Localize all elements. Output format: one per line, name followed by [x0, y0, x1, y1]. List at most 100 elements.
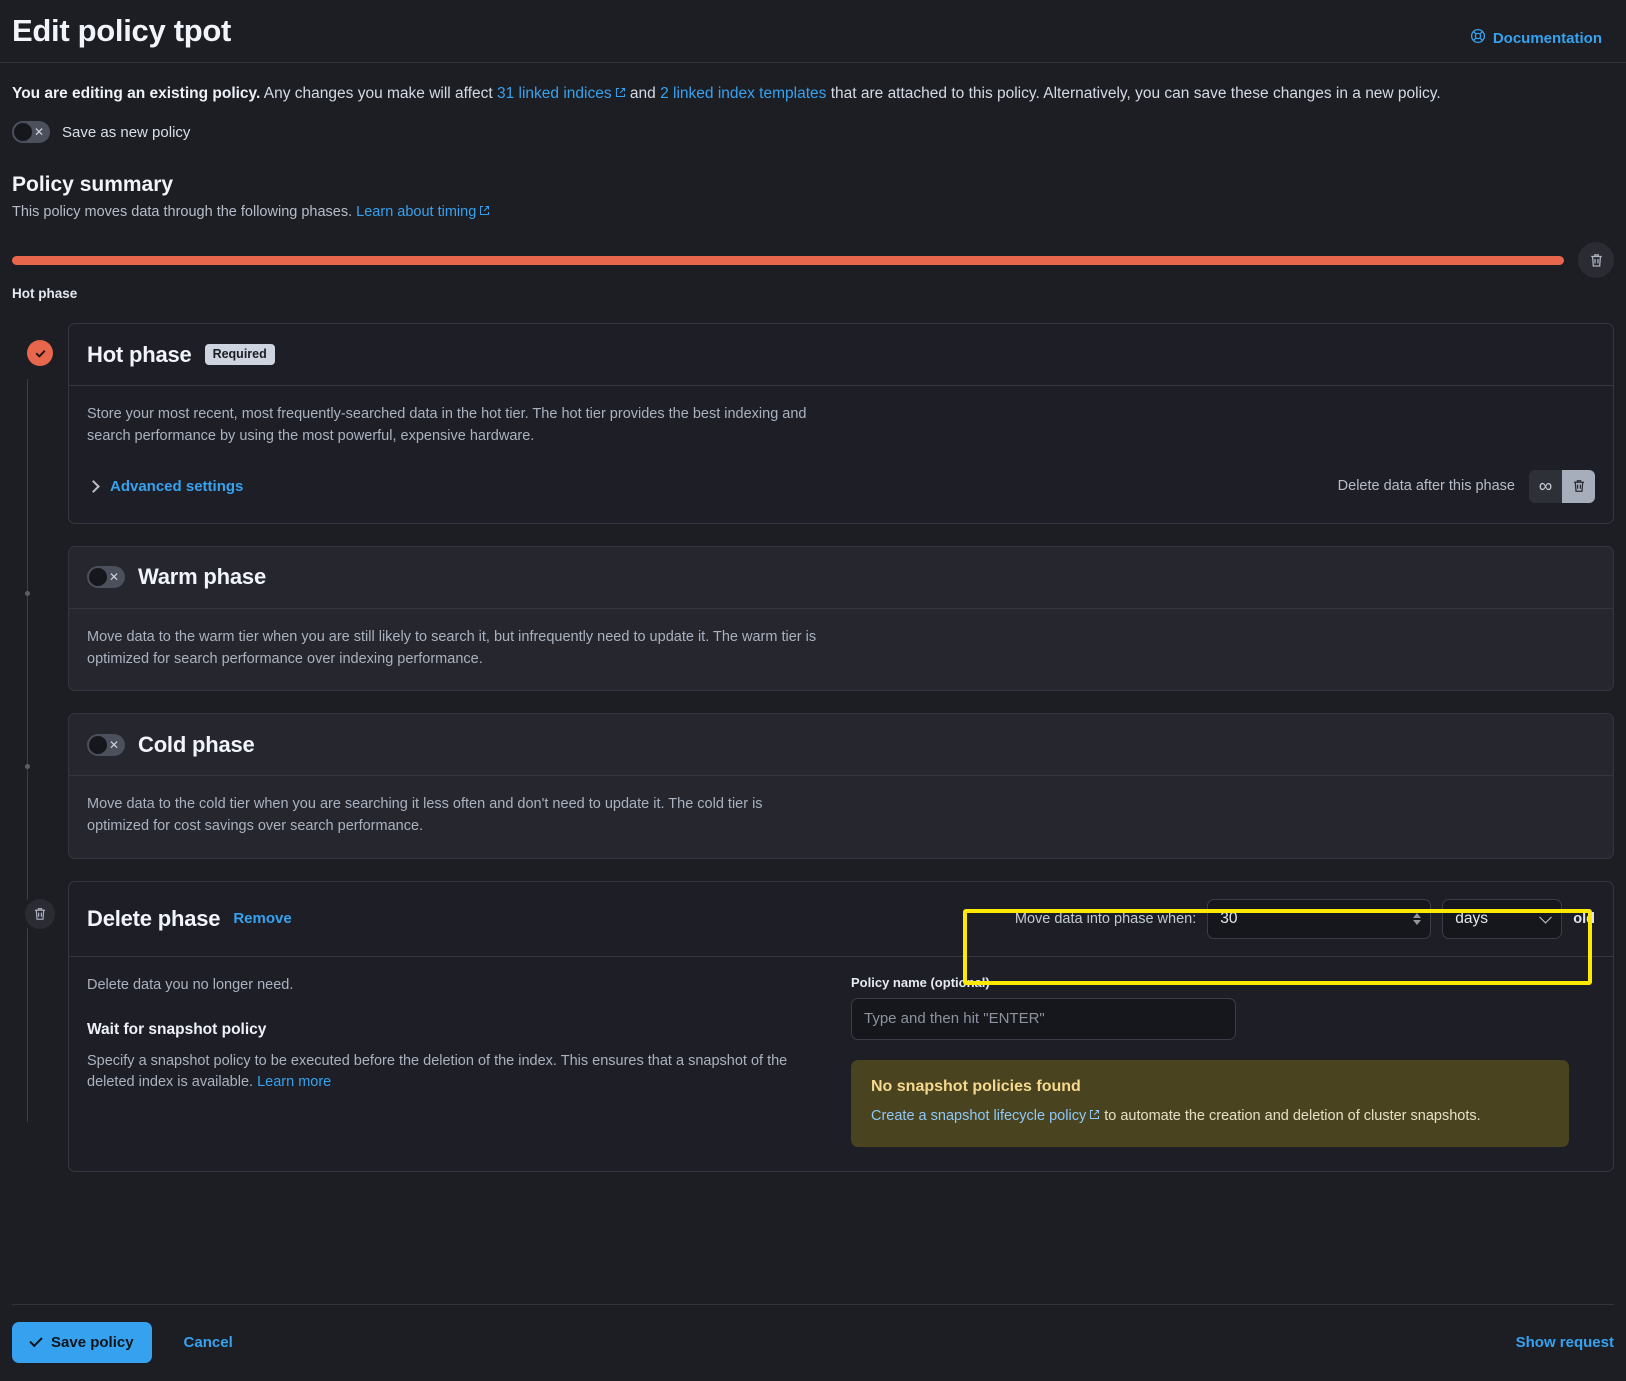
page-title: Edit policy tpot — [12, 12, 231, 51]
save-policy-label: Save policy — [51, 1334, 134, 1351]
delete-phase-trash-marker[interactable] — [25, 899, 55, 929]
phase-delete-marker-col — [12, 881, 68, 929]
learn-more-link[interactable]: Learn more — [257, 1074, 331, 1090]
phase-delete: Delete phase Remove Move data into phase… — [12, 881, 1614, 1194]
no-snapshot-policies-callout: No snapshot policies found Create a snap… — [851, 1060, 1569, 1147]
wait-for-snapshot-description: Specify a snapshot policy to be executed… — [87, 1051, 827, 1095]
policy-summary-description: This policy moves data through the follo… — [12, 204, 1614, 220]
move-into-phase-label: Move data into phase when: — [1015, 911, 1196, 927]
delete-phase-title: Delete phase — [87, 906, 220, 932]
phase-cold: ✕ Cold phase Move data to the cold tier … — [12, 713, 1614, 881]
policy-summary-section: Policy summary This policy moves data th… — [0, 143, 1626, 220]
toggle-off-icon: ✕ — [109, 571, 119, 583]
delete-after-button-group: ∞ — [1529, 470, 1595, 503]
save-as-new-policy-row: ✕ Save as new policy — [0, 105, 1626, 143]
callout-text: to automate the creation and deletion of… — [1100, 1108, 1480, 1124]
remove-delete-phase-link[interactable]: Remove — [233, 910, 291, 927]
external-link-icon — [615, 87, 626, 98]
delete-phase-header: Delete phase Remove Move data into phase… — [69, 882, 1613, 957]
snapshot-desc-text: Specify a snapshot policy to be executed… — [87, 1053, 787, 1091]
warm-phase-toggle[interactable]: ✕ — [87, 566, 125, 588]
footer-divider — [12, 1304, 1614, 1305]
callout-title: No snapshot policies found — [871, 1078, 1549, 1096]
toggle-knob — [14, 123, 32, 141]
warm-phase-header: ✕ Warm phase — [69, 547, 1613, 609]
delete-phase-right-col: Policy name (optional) No snapshot polic… — [851, 975, 1595, 1147]
toggle-off-icon: ✕ — [109, 739, 119, 751]
cold-phase-title: Cold phase — [138, 732, 255, 758]
min-age-value: 30 — [1220, 910, 1237, 928]
save-policy-button[interactable]: Save policy — [12, 1322, 152, 1363]
min-age-input[interactable]: 30 — [1207, 899, 1431, 939]
warm-phase-panel: ✕ Warm phase Move data to the warm tier … — [68, 546, 1614, 692]
show-request-link[interactable]: Show request — [1516, 1334, 1614, 1351]
toggle-off-icon: ✕ — [34, 126, 44, 138]
wait-for-snapshot-heading: Wait for snapshot policy — [87, 1021, 827, 1039]
stepper-up-icon — [1413, 913, 1421, 918]
keep-forever-button[interactable]: ∞ — [1529, 470, 1562, 503]
stepper-down-icon — [1413, 920, 1421, 925]
delete-phase-body: Delete data you no longer need. Wait for… — [69, 957, 1613, 1171]
external-link-icon — [1089, 1109, 1100, 1120]
stepper-icon[interactable] — [1413, 913, 1421, 925]
policy-name-label: Policy name (optional) — [851, 975, 1595, 990]
hot-phase-description: Store your most recent, most frequently-… — [87, 404, 827, 448]
hot-phase-header: Hot phase Required — [69, 324, 1613, 386]
callout-body: Create a snapshot lifecycle policy to au… — [871, 1106, 1549, 1127]
hot-phase-advanced-row: Advanced settings Delete data after this… — [87, 470, 1595, 503]
cancel-button[interactable]: Cancel — [178, 1333, 239, 1352]
hot-phase-title: Hot phase — [87, 342, 192, 368]
cold-phase-header: ✕ Cold phase — [69, 714, 1613, 776]
notice-text-3: that are attached to this policy. Altern… — [826, 85, 1440, 102]
hot-phase-body: Store your most recent, most frequently-… — [69, 386, 1613, 523]
timeline-delete-icon-button[interactable] — [1578, 242, 1614, 278]
help-lifebuoy-icon — [1470, 28, 1486, 48]
policy-name-input[interactable] — [851, 998, 1236, 1040]
timeline-hot-segment — [12, 256, 1564, 265]
cold-phase-body: Move data to the cold tier when you are … — [69, 776, 1613, 858]
notice-bold-prefix: You are editing an existing policy. — [12, 85, 260, 102]
warm-phase-title: Warm phase — [138, 564, 266, 590]
delete-data-after-label: Delete data after this phase — [1338, 478, 1515, 494]
learn-about-timing-link[interactable]: Learn about timing — [356, 204, 476, 220]
chevron-right-icon — [87, 480, 100, 493]
cold-phase-panel: ✕ Cold phase Move data to the cold tier … — [68, 713, 1614, 859]
linked-templates-link[interactable]: 2 linked index templates — [660, 85, 826, 102]
save-as-new-policy-label: Save as new policy — [62, 124, 190, 141]
phases-container: Hot phase Required Store your most recen… — [0, 301, 1626, 1194]
toggle-knob — [89, 736, 107, 754]
summary-desc-text: This policy moves data through the follo… — [12, 204, 356, 220]
hot-advanced-settings-toggle[interactable]: Advanced settings — [87, 478, 243, 495]
documentation-link[interactable]: Documentation — [1470, 28, 1602, 48]
hot-phase-check-marker — [27, 340, 53, 366]
phase-hot-marker-col — [12, 323, 68, 366]
create-snapshot-policy-link[interactable]: Create a snapshot lifecycle policy — [871, 1108, 1086, 1124]
delete-phase-left-col: Delete data you no longer need. Wait for… — [87, 975, 827, 1147]
hot-phase-panel: Hot phase Required Store your most recen… — [68, 323, 1614, 524]
save-as-new-policy-toggle[interactable]: ✕ — [12, 121, 50, 143]
min-age-units-select[interactable]: days — [1442, 899, 1562, 939]
phase-hot: Hot phase Required Store your most recen… — [12, 323, 1614, 546]
hot-phase-required-badge: Required — [205, 344, 275, 365]
chevron-down-icon — [1539, 911, 1552, 924]
hot-delete-after-controls: Delete data after this phase ∞ — [1338, 470, 1595, 503]
notice-text-1: Any changes you make will affect — [260, 85, 497, 102]
footer-bar: Save policy Cancel Show request — [12, 1322, 1614, 1363]
editing-notice: You are editing an existing policy. Any … — [0, 63, 1626, 105]
policy-summary-title: Policy summary — [12, 173, 1614, 197]
move-into-phase-controls: Move data into phase when: 30 days old — [1015, 899, 1595, 939]
timeline-legend-hot: Hot phase — [0, 278, 1626, 301]
phase-warm: ✕ Warm phase Move data to the warm tier … — [12, 546, 1614, 714]
cold-phase-toggle[interactable]: ✕ — [87, 734, 125, 756]
min-age-units-value: days — [1455, 910, 1488, 928]
cold-phase-description: Move data to the cold tier when you are … — [87, 794, 827, 838]
documentation-label: Documentation — [1493, 30, 1602, 47]
policy-timeline — [0, 220, 1626, 278]
notice-text-2: and — [626, 85, 660, 102]
warm-phase-body: Move data to the warm tier when you are … — [69, 609, 1613, 691]
delete-data-button[interactable] — [1562, 470, 1595, 503]
warm-phase-description: Move data to the warm tier when you are … — [87, 627, 827, 671]
advanced-settings-label: Advanced settings — [110, 478, 243, 495]
linked-indices-link[interactable]: 31 linked indices — [497, 85, 612, 102]
check-icon — [29, 1334, 42, 1347]
